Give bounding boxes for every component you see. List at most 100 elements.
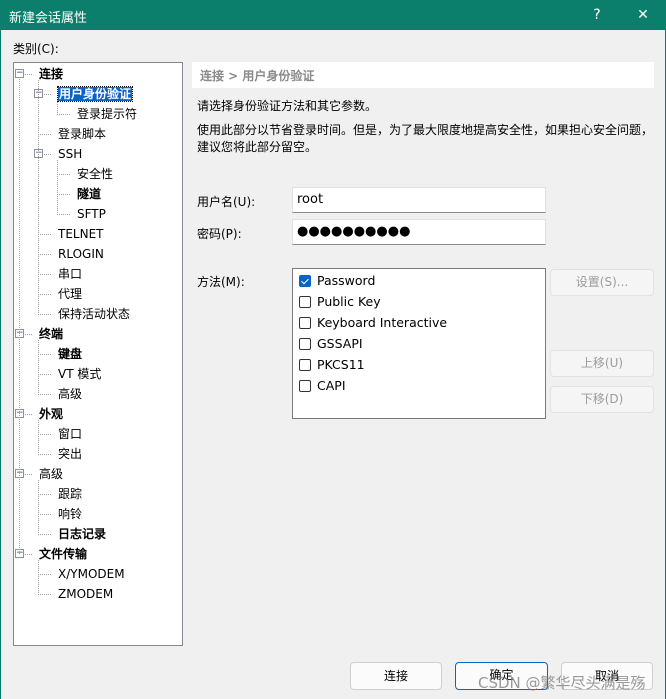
collapse-icon[interactable]: − — [15, 69, 24, 78]
tree-item[interactable]: 高级 — [58, 385, 82, 403]
tree-item[interactable]: X/YMODEM — [58, 565, 125, 583]
tree-item[interactable]: 键盘 — [58, 345, 82, 363]
tree-item-label: 外观 — [39, 407, 64, 421]
password-input[interactable]: ●●●●●●●●●● — [292, 219, 546, 245]
tree-item[interactable]: ZMODEM — [58, 585, 113, 603]
tree-item-label: TELNET — [58, 227, 104, 241]
tree-item-label: RLOGIN — [58, 247, 104, 261]
tree-item[interactable]: VT 模式 — [58, 365, 101, 383]
watermark: CSDN @繁华尽头满是殇 — [478, 674, 646, 692]
tree-guide — [38, 80, 39, 315]
tree-item[interactable]: 登录提示符 — [77, 105, 137, 123]
tree-item-label: 代理 — [58, 287, 83, 301]
tree-connector — [38, 134, 51, 135]
tree-connector — [38, 534, 51, 535]
method-item-label: Public Key — [317, 294, 381, 309]
help-button[interactable]: ? — [582, 4, 612, 26]
tree-item-label: 登录提示符 — [77, 107, 138, 121]
tree-item-label: X/YMODEM — [58, 567, 125, 581]
method-item[interactable]: CAPI — [299, 376, 346, 396]
method-label: 方法(M): — [197, 275, 245, 289]
method-item[interactable]: Keyboard Interactive — [299, 313, 447, 333]
breadcrumb: 连接 > 用户身份验证 — [192, 62, 654, 88]
tree-item[interactable]: 安全性 — [77, 165, 113, 183]
tree-item[interactable]: RLOGIN — [58, 245, 104, 263]
username-label: 用户名(U): — [197, 195, 256, 209]
checkbox[interactable] — [299, 359, 311, 371]
close-icon[interactable]: ✕ — [628, 4, 658, 26]
tree-item[interactable]: 保持活动状态 — [58, 305, 130, 323]
tree-connector — [57, 214, 70, 215]
method-item-label: CAPI — [317, 378, 346, 393]
tree-connector — [38, 294, 51, 295]
checkbox[interactable] — [299, 317, 311, 329]
title-bar: 新建会话属性 ? ✕ — [0, 0, 666, 30]
checkbox[interactable] — [299, 380, 311, 392]
tree-item[interactable]: 窗口 — [58, 425, 82, 443]
tree-item-label: 突出 — [58, 447, 83, 461]
tree-connector — [38, 434, 51, 435]
checkbox[interactable] — [299, 275, 311, 287]
method-item-label: Password — [317, 273, 376, 288]
tree-item[interactable]: SFTP — [77, 205, 106, 223]
tree-item-label: 登录脚本 — [58, 127, 107, 141]
method-item-label: PKCS11 — [317, 357, 365, 372]
tree-connector — [38, 354, 51, 355]
tree-connector — [44, 154, 51, 155]
tree-connector — [38, 574, 51, 575]
method-item[interactable]: GSSAPI — [299, 334, 363, 354]
tree-item-label: 响铃 — [58, 507, 83, 521]
tree-item[interactable]: 突出 — [58, 445, 82, 463]
tree-connector — [25, 474, 32, 475]
tree-guide — [57, 100, 58, 115]
tree-item[interactable]: 日志记录 — [58, 525, 106, 543]
tree-item[interactable]: 跟踪 — [58, 485, 82, 503]
checkbox[interactable] — [299, 338, 311, 350]
category-tree[interactable]: 连接 − 用户身份验证 − 登录提示符 登录脚本 SSH − 安全性 隧道 SFTP TELNET RL… — [13, 62, 183, 646]
method-item-label: Keyboard Interactive — [317, 315, 448, 330]
tree-item-label: 高级 — [58, 387, 83, 401]
tree-connector — [38, 394, 51, 395]
method-item[interactable]: Password — [299, 271, 375, 291]
tree-item[interactable]: 隧道 — [77, 185, 101, 203]
tree-item[interactable]: 串口 — [58, 265, 82, 283]
tree-item[interactable]: 登录脚本 — [58, 125, 106, 143]
tree-connector — [25, 554, 32, 555]
tree-item-label: 安全性 — [77, 167, 114, 181]
tree-item-label: SFTP — [77, 207, 106, 221]
tree-item[interactable]: 代理 — [58, 285, 82, 303]
tree-connector — [38, 274, 51, 275]
tree-item-label: 日志记录 — [58, 527, 107, 541]
tree-item-label: 窗口 — [58, 427, 83, 441]
tree-item-label: 终端 — [39, 327, 64, 341]
tree-guide — [38, 340, 39, 395]
tree-item[interactable]: 连接 — [39, 65, 63, 83]
note-text-1: 使用此部分以节省登录时间。但是，为了最大限度地提高安全性，如果担心安全问题， — [197, 123, 654, 137]
method-item[interactable]: Public Key — [299, 292, 381, 312]
connect-button[interactable]: 连接 — [350, 662, 442, 690]
checkbox[interactable] — [299, 296, 311, 308]
tree-connector — [38, 254, 51, 255]
tree-connector — [38, 494, 51, 495]
move-up-button[interactable]: 上移(U) — [550, 350, 654, 377]
tree-guide — [38, 420, 39, 455]
intro-text: 请选择身份验证方法和其它参数。 — [197, 99, 378, 113]
tree-item[interactable]: 终端 — [39, 325, 63, 343]
method-item[interactable]: PKCS11 — [299, 355, 365, 375]
tree-connector — [44, 94, 51, 95]
tree-item[interactable]: 外观 — [39, 405, 63, 423]
category-label: 类别(C): — [13, 42, 59, 56]
move-down-button[interactable]: 下移(D) — [550, 386, 654, 413]
tree-item[interactable]: 响铃 — [58, 505, 82, 523]
tree-item-label: 保持活动状态 — [58, 307, 131, 321]
tree-item[interactable]: SSH — [58, 145, 82, 163]
settings-button[interactable]: 设置(S)... — [550, 269, 654, 296]
tree-item[interactable]: 文件传输 — [39, 545, 87, 563]
tree-guide — [38, 480, 39, 535]
tree-item[interactable]: TELNET — [58, 225, 104, 243]
tree-item[interactable]: 高级 — [39, 465, 63, 483]
username-input[interactable]: root — [292, 187, 546, 213]
tree-connector — [25, 334, 32, 335]
tree-item[interactable]: 用户身份验证 — [56, 85, 134, 103]
method-list[interactable]: Password Public Key Keyboard Interactive GS… — [292, 268, 546, 419]
